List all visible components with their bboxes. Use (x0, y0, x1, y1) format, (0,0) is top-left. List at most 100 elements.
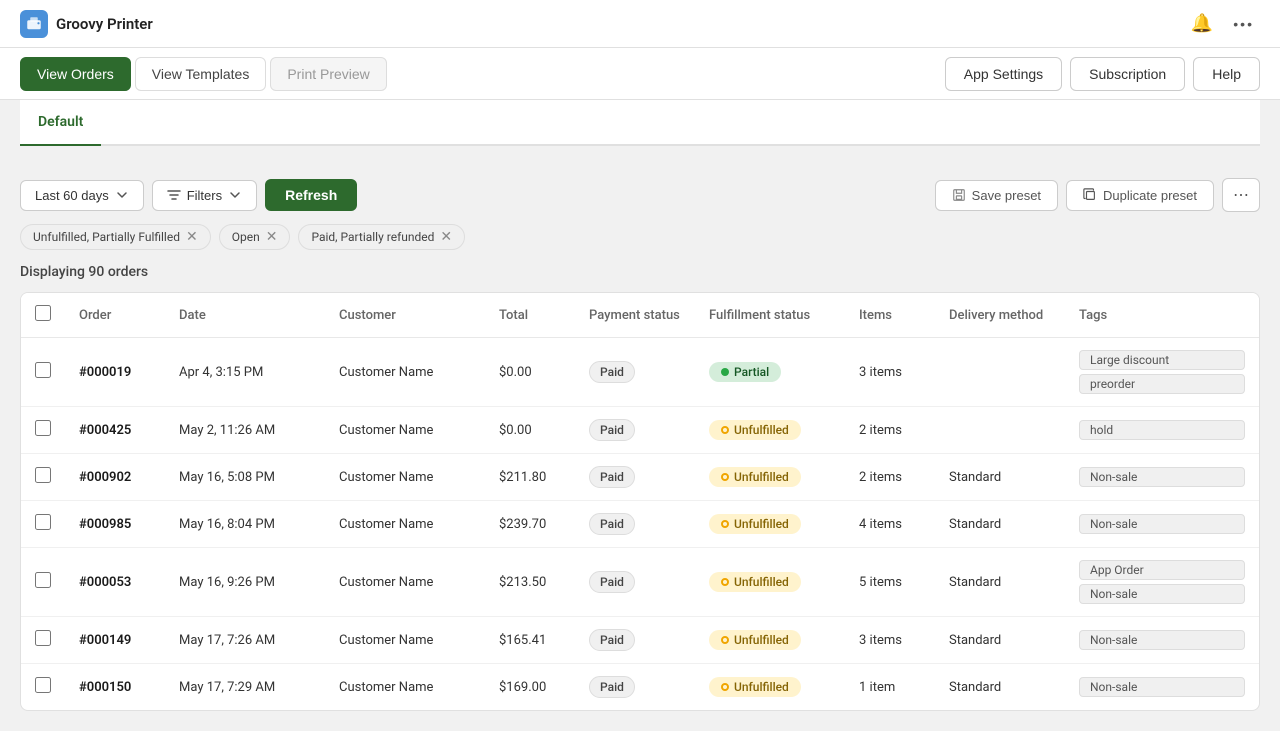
app-title: Groovy Printer (56, 15, 153, 33)
tab-view-orders[interactable]: View Orders (20, 57, 131, 91)
unfulfilled-dot (721, 636, 729, 644)
date-range-label: Last 60 days (35, 188, 109, 203)
order-date: May 17, 7:26 AM (165, 617, 325, 664)
payment-status-badge: Paid (589, 419, 635, 441)
order-number: #000149 (79, 633, 131, 648)
payment-status-badge: Paid (589, 629, 635, 651)
order-date: May 16, 9:26 PM (165, 548, 325, 617)
table-header-row: Order Date Customer Total Payment status… (21, 293, 1259, 338)
order-total: $211.80 (485, 454, 575, 501)
customer-name: Customer Name (325, 501, 485, 548)
order-items: 2 items (845, 407, 935, 454)
delivery-method: Standard (935, 617, 1065, 664)
col-header-customer: Customer (325, 293, 485, 338)
order-tags: Large discount preorder (1079, 350, 1245, 394)
filter-tag-fulfillment-close[interactable]: ✕ (186, 230, 198, 244)
inner-tabs: Default (20, 100, 1260, 146)
bell-icon[interactable]: 🔔 (1185, 7, 1219, 40)
col-header-delivery: Delivery method (935, 293, 1065, 338)
save-icon (952, 188, 966, 202)
refresh-button[interactable]: Refresh (265, 179, 357, 211)
filter-tag-fulfillment-label: Unfulfilled, Partially Fulfilled (33, 230, 180, 244)
tag-item: App Order (1079, 560, 1245, 580)
order-number: #000425 (79, 423, 131, 438)
tag-item: Non-sale (1079, 467, 1245, 487)
row-checkbox-000150[interactable] (35, 677, 51, 693)
order-tags: hold (1079, 420, 1245, 440)
payment-status-badge: Paid (589, 513, 635, 535)
filter-tag-payment-close[interactable]: ✕ (440, 230, 452, 244)
row-checkbox-000019[interactable] (35, 362, 51, 378)
delivery-method: Standard (935, 548, 1065, 617)
customer-name: Customer Name (325, 664, 485, 711)
col-header-tags: Tags (1065, 293, 1259, 338)
table-row: #000425May 2, 11:26 AMCustomer Name$0.00… (21, 407, 1259, 454)
select-all-checkbox[interactable] (35, 305, 51, 321)
duplicate-preset-label: Duplicate preset (1103, 188, 1197, 203)
unfulfilled-dot (721, 578, 729, 586)
row-checkbox-000149[interactable] (35, 630, 51, 646)
col-header-order: Order (65, 293, 165, 338)
payment-status-badge: Paid (589, 571, 635, 593)
col-header-fulfillment: Fulfillment status (695, 293, 845, 338)
order-date: May 17, 7:29 AM (165, 664, 325, 711)
filter-tag-status: Open ✕ (219, 224, 291, 250)
unfulfilled-dot (721, 520, 729, 528)
tag-item: Large discount (1079, 350, 1245, 370)
tag-item: preorder (1079, 374, 1245, 394)
orders-count-label: Displaying 90 orders (20, 264, 1260, 280)
unfulfilled-dot (721, 683, 729, 691)
row-checkbox-000053[interactable] (35, 572, 51, 588)
duplicate-preset-button[interactable]: Duplicate preset (1066, 180, 1214, 211)
date-range-button[interactable]: Last 60 days (20, 180, 144, 211)
order-date: May 16, 5:08 PM (165, 454, 325, 501)
subscription-button[interactable]: Subscription (1070, 57, 1185, 91)
delivery-method: Standard (935, 454, 1065, 501)
more-options-button[interactable]: ⋯ (1222, 178, 1260, 212)
app-logo (20, 10, 48, 38)
save-preset-button[interactable]: Save preset (935, 180, 1058, 211)
help-button[interactable]: Help (1193, 57, 1260, 91)
order-date: Apr 4, 3:15 PM (165, 338, 325, 407)
order-items: 1 item (845, 664, 935, 711)
customer-name: Customer Name (325, 454, 485, 501)
order-number: #000150 (79, 680, 131, 695)
fulfillment-status-badge: Unfulfilled (709, 514, 801, 534)
order-items: 2 items (845, 454, 935, 501)
filter-tag-payment-label: Paid, Partially refunded (311, 230, 434, 244)
filters-button[interactable]: Filters (152, 180, 257, 211)
main-content: Default Last 60 days Filters Refresh (0, 100, 1280, 731)
tag-item: Non-sale (1079, 677, 1245, 697)
tab-view-templates[interactable]: View Templates (135, 57, 267, 91)
app-settings-button[interactable]: App Settings (945, 57, 1062, 91)
filter-tag-status-close[interactable]: ✕ (266, 230, 278, 244)
tab-print-preview[interactable]: Print Preview (270, 57, 386, 91)
fulfillment-status-badge: Unfulfilled (709, 677, 801, 697)
tab-default[interactable]: Default (20, 100, 101, 146)
header-checkbox-col (21, 293, 65, 338)
customer-name: Customer Name (325, 407, 485, 454)
duplicate-icon (1083, 188, 1097, 202)
order-tags: Non-sale (1079, 514, 1245, 534)
delivery-method: Standard (935, 501, 1065, 548)
order-date: May 2, 11:26 AM (165, 407, 325, 454)
order-number: #000902 (79, 470, 131, 485)
app-branding: Groovy Printer (20, 10, 153, 38)
fulfillment-status-badge: Partial (709, 362, 781, 382)
order-number: #000985 (79, 517, 131, 532)
order-items: 5 items (845, 548, 935, 617)
row-checkbox-000985[interactable] (35, 514, 51, 530)
filter-bar: Last 60 days Filters Refresh (20, 162, 1260, 224)
more-icon[interactable]: ••• (1227, 10, 1260, 38)
row-checkbox-000425[interactable] (35, 420, 51, 436)
row-checkbox-000902[interactable] (35, 467, 51, 483)
col-header-date: Date (165, 293, 325, 338)
order-total: $213.50 (485, 548, 575, 617)
filter-tag-status-label: Open (232, 230, 260, 244)
fulfillment-status-badge: Unfulfilled (709, 467, 801, 487)
table-row: #000149May 17, 7:26 AMCustomer Name$165.… (21, 617, 1259, 664)
table-row: #000902 May 16, 5:08 PMCustomer Name$211.… (21, 454, 1259, 501)
save-preset-label: Save preset (972, 188, 1041, 203)
delivery-method: Standard (935, 664, 1065, 711)
col-header-items: Items (845, 293, 935, 338)
